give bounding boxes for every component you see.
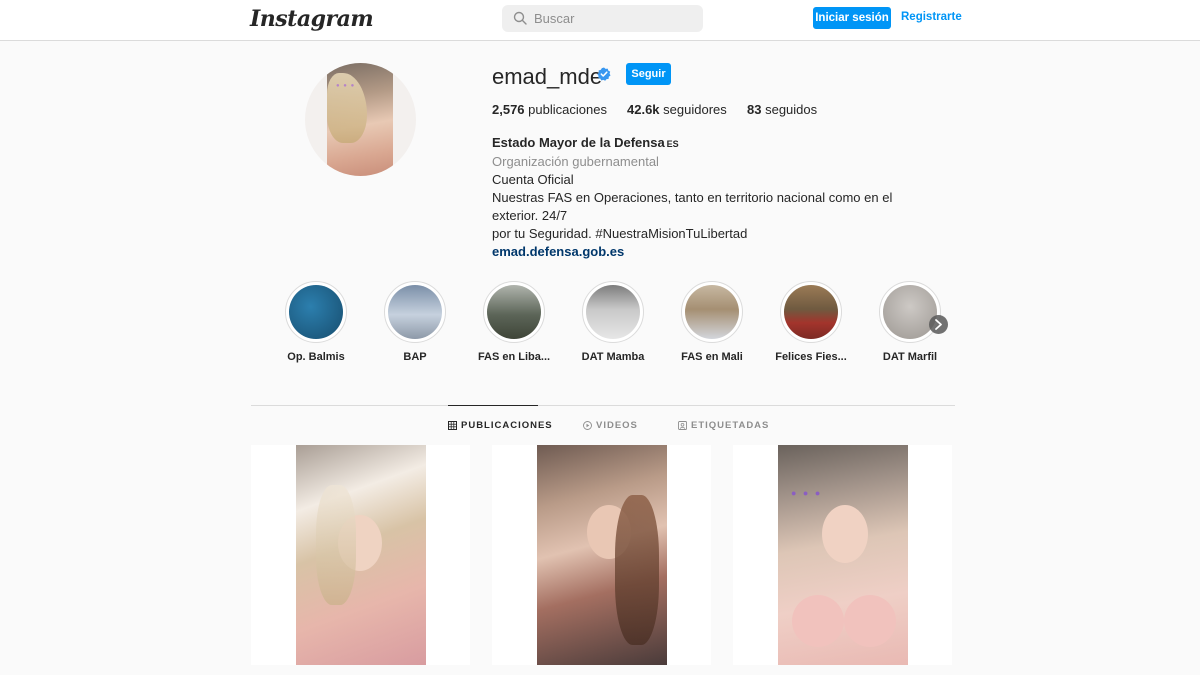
play-circle-icon <box>583 421 592 430</box>
flag-label: ES <box>666 139 679 149</box>
post-photo <box>778 445 908 665</box>
post-thumbnail[interactable] <box>492 445 711 665</box>
highlight-felices-fiestas[interactable]: Felices Fies... <box>771 281 851 363</box>
highlight-ring <box>681 281 743 343</box>
tab-label: VIDEOS <box>596 420 638 431</box>
highlight-ring <box>483 281 545 343</box>
highlight-cover <box>883 285 937 339</box>
search-icon <box>513 11 527 25</box>
followers-label: seguidores <box>663 102 727 117</box>
signup-link[interactable]: Registrarte <box>901 11 962 23</box>
highlight-ring <box>582 281 644 343</box>
followers-count: 42.6k <box>627 102 660 117</box>
highlight-fas-mali[interactable]: FAS en Mali <box>672 281 752 363</box>
highlight-label: FAS en Liba... <box>477 351 551 363</box>
highlight-cover <box>289 285 343 339</box>
highlight-cover <box>784 285 838 339</box>
post-photo-detail <box>316 485 356 605</box>
highlight-bap[interactable]: BAP <box>375 281 455 363</box>
highlight-ring <box>384 281 446 343</box>
highlight-cover <box>388 285 442 339</box>
tab-label: PUBLICACIONES <box>461 420 553 431</box>
grid-icon <box>448 421 457 430</box>
highlight-fas-libano[interactable]: FAS en Liba... <box>474 281 554 363</box>
stat-posts: 2,576 publicaciones <box>492 102 607 117</box>
bio-category: Organización gubernamental <box>492 154 659 169</box>
tab-videos[interactable]: VIDEOS <box>583 420 638 431</box>
tabs-divider <box>251 405 955 406</box>
post-photo <box>296 445 426 665</box>
highlight-label: BAP <box>403 351 427 363</box>
bio-full-name: Estado Mayor de la Defensa ES <box>492 135 679 150</box>
tab-tagged[interactable]: ETIQUETADAS <box>678 420 769 431</box>
highlight-dat-mamba[interactable]: DAT Mamba <box>573 281 653 363</box>
post-thumbnail[interactable] <box>251 445 470 665</box>
highlight-ring <box>780 281 842 343</box>
highlight-label: DAT Mamba <box>581 351 645 363</box>
profile-avatar[interactable]: ● ● ● <box>305 63 416 176</box>
highlight-op-balmis[interactable]: Op. Balmis <box>276 281 356 363</box>
highlight-cover <box>685 285 739 339</box>
highlight-cover <box>586 285 640 339</box>
post-sticker: ● ● ● <box>791 488 823 498</box>
bio-line: Nuestras FAS en Operaciones, tanto en te… <box>492 190 893 223</box>
highlights-next-button[interactable] <box>929 315 948 334</box>
following-count: 83 <box>747 102 762 117</box>
active-tab-indicator <box>448 405 538 406</box>
post-photo-detail <box>792 595 844 647</box>
stat-followers[interactable]: 42.6k seguidores <box>627 102 727 117</box>
posts-label: publicaciones <box>528 102 607 117</box>
highlight-label: Op. Balmis <box>287 351 345 363</box>
verified-badge-icon <box>597 67 611 81</box>
profile-bio: Estado Mayor de la Defensa ES Organizació… <box>492 134 942 261</box>
highlight-ring <box>879 281 941 343</box>
bio-website-link[interactable]: emad.defensa.gob.es <box>492 243 942 261</box>
tab-posts[interactable]: PUBLICACIONES <box>448 420 553 431</box>
search-input[interactable] <box>534 5 694 32</box>
tab-label: ETIQUETADAS <box>691 420 770 431</box>
post-photo-detail <box>615 495 659 645</box>
avatar-sticker: ● ● ● <box>336 83 356 89</box>
top-nav: Instagram Iniciar sesión Registrarte <box>0 0 1200 41</box>
bio-line: Cuenta Oficial <box>492 172 574 187</box>
post-photo <box>537 445 667 665</box>
instagram-logo[interactable]: Instagram <box>250 6 374 32</box>
search-box[interactable] <box>502 5 703 32</box>
posts-count: 2,576 <box>492 102 525 117</box>
post-thumbnail[interactable]: ● ● ● <box>733 445 952 665</box>
follow-button[interactable]: Seguir <box>626 63 671 85</box>
highlight-label: DAT Marfil <box>882 351 938 363</box>
following-label: seguidos <box>765 102 818 117</box>
chevron-right-icon <box>935 319 942 330</box>
highlight-ring <box>285 281 347 343</box>
bio-line: por tu Seguridad. #NuestraMisionTuLibert… <box>492 226 748 241</box>
post-photo-detail <box>822 505 868 563</box>
stat-following[interactable]: 83 seguidos <box>747 102 817 117</box>
profile-username: emad_mde <box>492 64 603 89</box>
tagged-user-icon <box>678 421 687 430</box>
highlight-label: Felices Fies... <box>775 351 847 363</box>
highlight-cover <box>487 285 541 339</box>
login-button[interactable]: Iniciar sesión <box>813 7 891 29</box>
highlight-label: FAS en Mali <box>681 351 743 363</box>
post-photo-detail <box>844 595 896 647</box>
